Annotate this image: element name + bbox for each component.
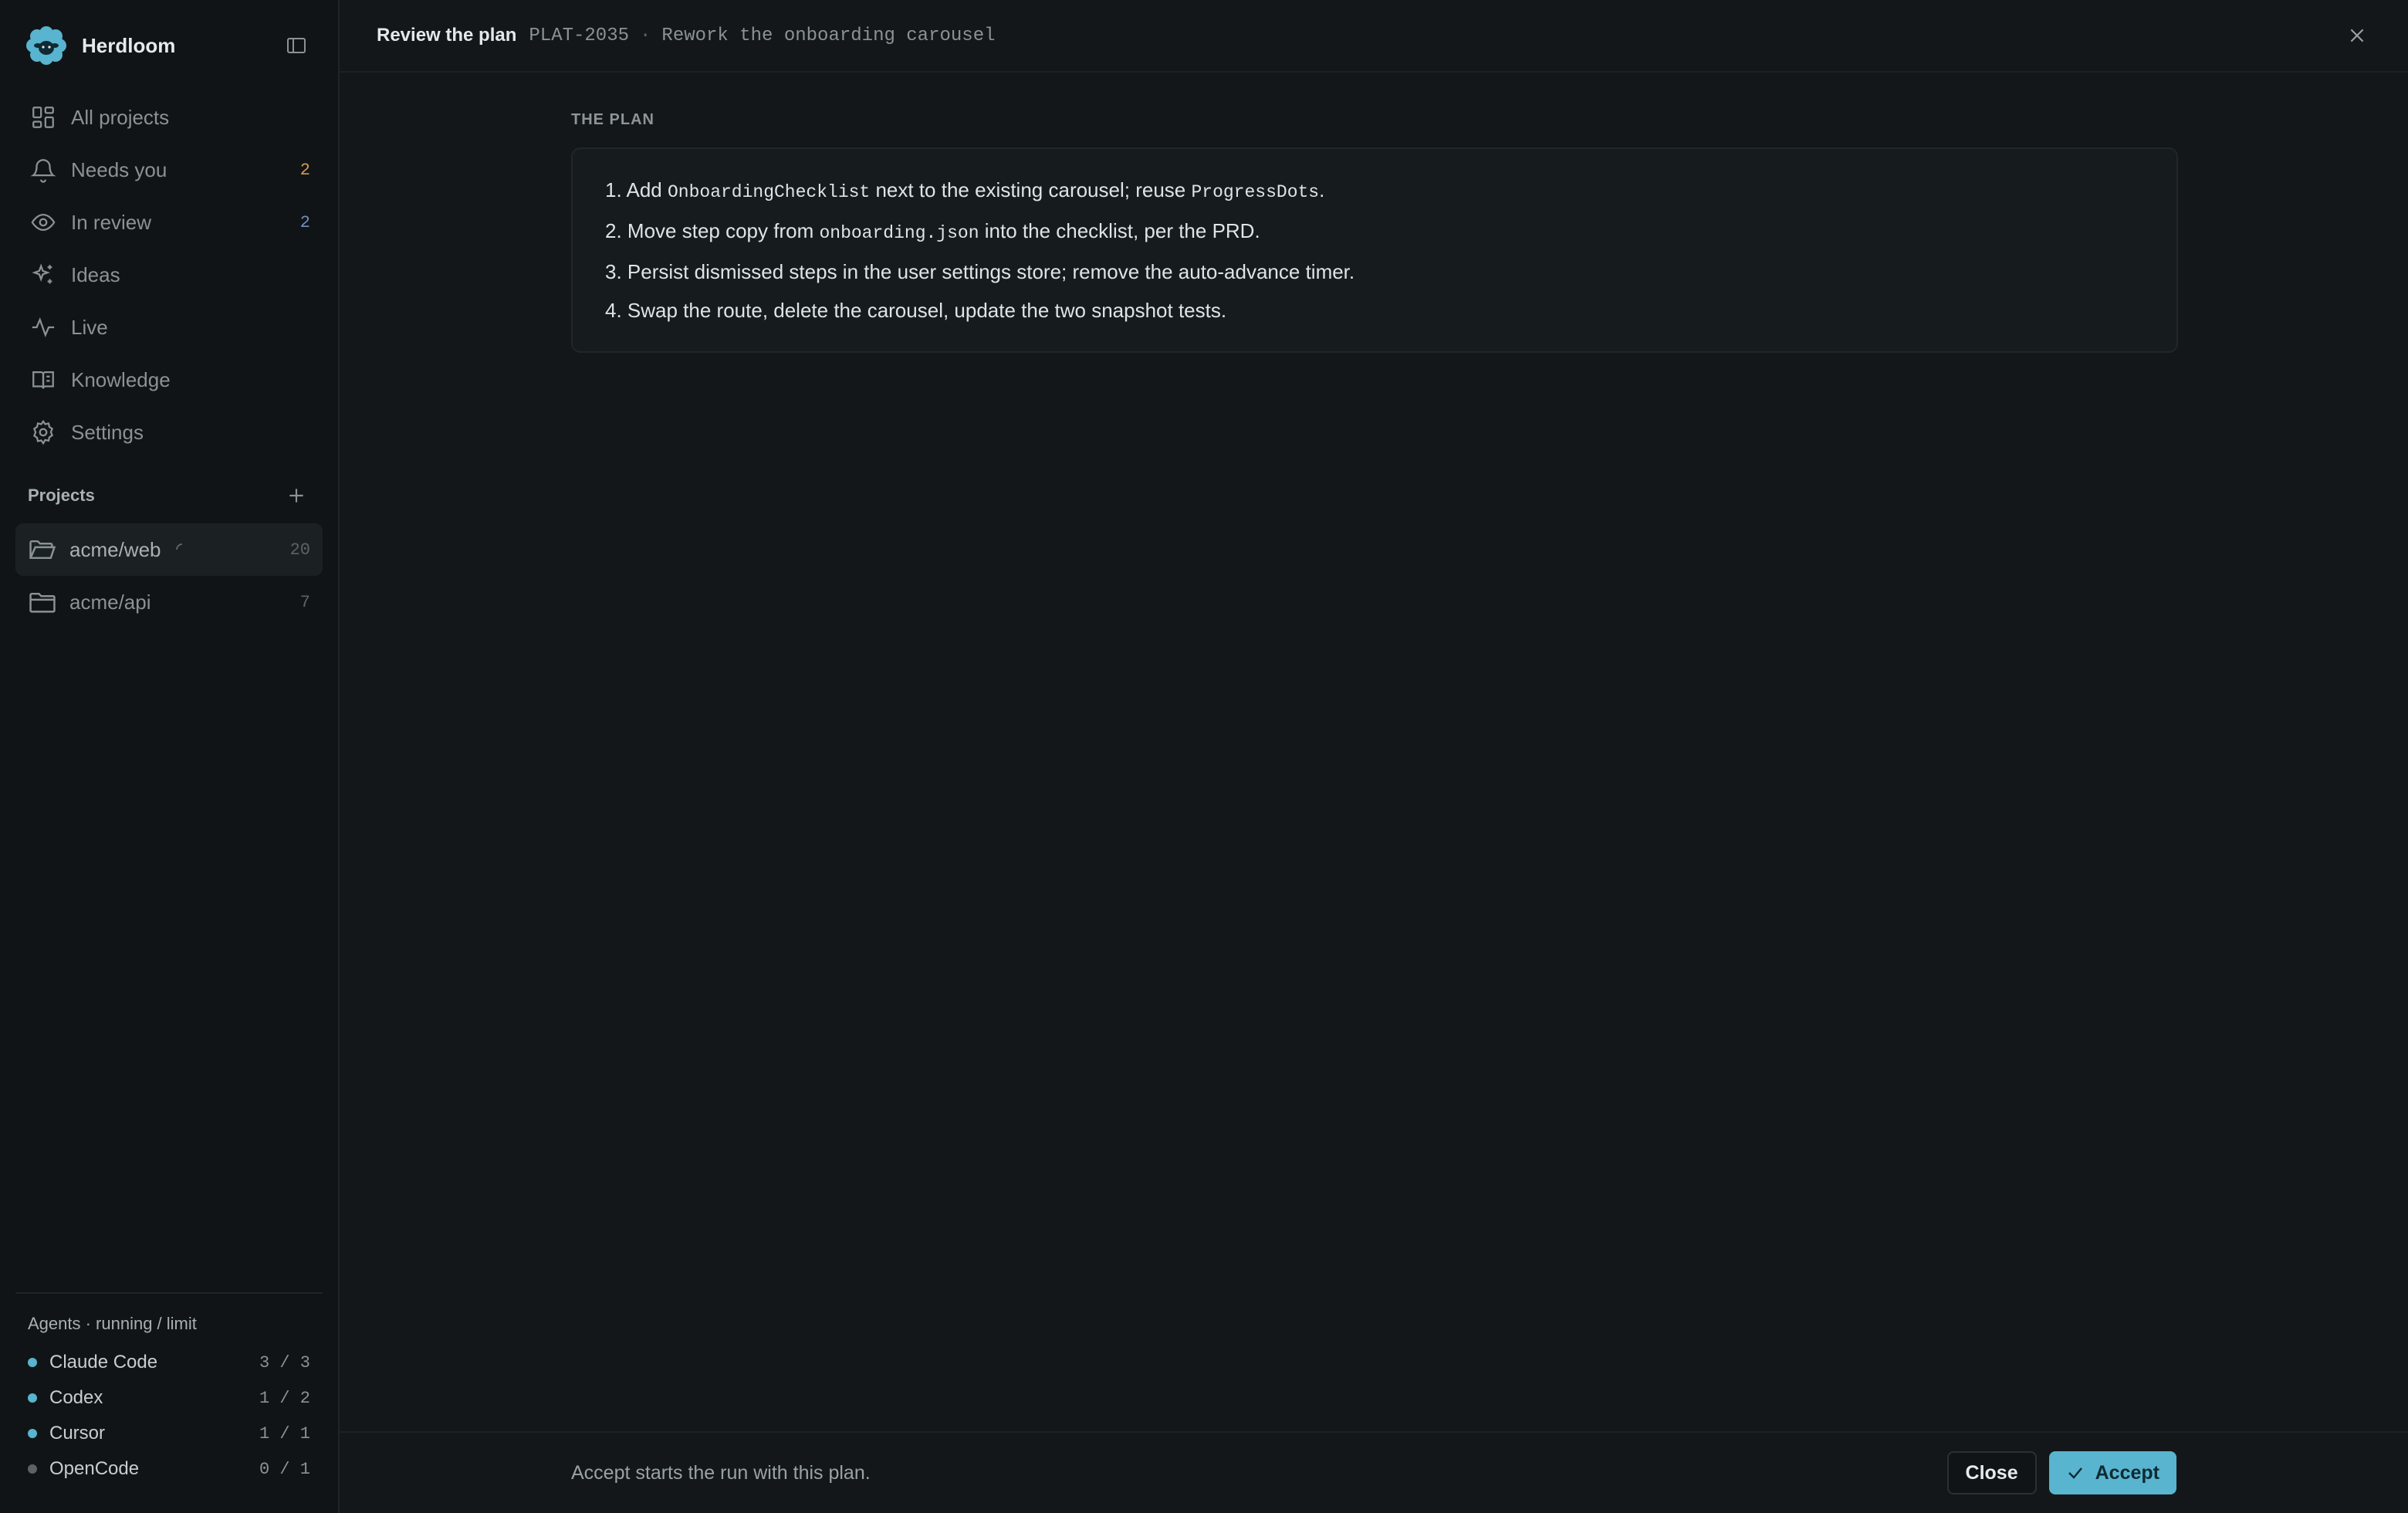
panel-footer: Accept starts the run with this plan. Cl…	[340, 1431, 2408, 1513]
project-list: acme/web 20 acme/api 7	[0, 516, 338, 628]
step-code: ProgressDots	[1191, 182, 1320, 202]
activity-icon	[28, 312, 59, 343]
step-number: 2.	[605, 219, 622, 242]
project-item-acme-web[interactable]: acme/web 20	[15, 523, 323, 576]
add-project-button[interactable]	[282, 482, 310, 509]
ticket-description: Rework the onboarding carousel	[661, 25, 996, 46]
nav-item-ideas[interactable]: Ideas	[15, 249, 323, 301]
agent-count: 0 / 1	[259, 1459, 310, 1479]
step-number: 3.	[605, 260, 622, 283]
sidebar-toggle-icon	[287, 38, 306, 53]
plan-step-1: 1. Add OnboardingChecklist next to the e…	[605, 171, 2146, 212]
accept-label: Accept	[2095, 1461, 2159, 1484]
in-review-count-badge: 2	[299, 212, 310, 232]
step-text: Swap the route, delete the carousel, upd…	[627, 299, 1227, 322]
grid-icon	[28, 102, 59, 133]
agent-status-dot	[28, 1393, 37, 1403]
nav-item-knowledge[interactable]: Knowledge	[15, 354, 323, 406]
project-item-acme-api[interactable]: acme/api 7	[15, 576, 323, 628]
nav-label: Ideas	[71, 262, 120, 286]
title-separator: ·	[640, 25, 651, 46]
loading-spinner-icon	[175, 543, 182, 550]
nav-label: In review	[71, 210, 152, 234]
nav-label: Settings	[71, 420, 144, 444]
brand-name: Herdloom	[82, 33, 176, 57]
sidebar: Herdloom All projects Needs you 2 In rev…	[0, 0, 340, 1513]
eye-icon	[28, 207, 59, 238]
book-icon	[28, 364, 59, 395]
agent-row-claude-code: Claude Code 3 / 3	[15, 1345, 323, 1380]
agent-status-dot	[28, 1464, 37, 1474]
step-text: Persist dismissed steps in the user sett…	[627, 260, 1355, 283]
nav-item-settings[interactable]: Settings	[15, 406, 323, 459]
step-number: 4.	[605, 299, 622, 322]
project-label: acme/api	[69, 590, 151, 614]
app-root: Herdloom All projects Needs you 2 In rev…	[0, 0, 2408, 1513]
plan-section-label: THE PLAN	[571, 111, 654, 128]
folder-open-icon	[29, 540, 56, 560]
step-text: Move step copy from	[627, 219, 820, 242]
sidebar-toggle-button[interactable]	[282, 32, 310, 59]
gear-icon	[28, 417, 59, 448]
agent-row-codex: Codex 1 / 2	[15, 1380, 323, 1416]
step-text: next to the existing carousel; reuse	[870, 178, 1192, 201]
nav-item-in-review[interactable]: In review 2	[15, 196, 323, 249]
projects-header: Projects	[0, 476, 338, 516]
agent-status-dot	[28, 1358, 37, 1367]
check-icon	[2068, 1467, 2082, 1479]
nav-item-all-projects[interactable]: All projects	[15, 91, 323, 144]
brand: Herdloom	[0, 0, 338, 91]
agent-name: Codex	[49, 1387, 103, 1408]
nav-label: Needs you	[71, 157, 167, 181]
folder-icon	[29, 592, 56, 613]
footer-note: Accept starts the run with this plan.	[571, 1461, 871, 1484]
agents-panel: Agents · running / limit Claude Code 3 /…	[15, 1292, 323, 1487]
close-icon	[2350, 29, 2364, 42]
agents-title: Agents · running / limit	[28, 1314, 197, 1333]
projects-title: Projects	[28, 486, 95, 505]
plan-content: THE PLAN 1. Add OnboardingChecklist next…	[340, 73, 2408, 353]
close-panel-button[interactable]	[2343, 22, 2371, 49]
agent-count: 3 / 3	[259, 1352, 310, 1373]
close-button[interactable]: Close	[1946, 1451, 2037, 1494]
step-number: 1.	[605, 178, 622, 201]
agent-name: OpenCode	[49, 1458, 140, 1479]
ticket-id: PLAT-2035	[529, 25, 630, 46]
nav-label: Knowledge	[71, 367, 171, 391]
plan-box: 1. Add OnboardingChecklist next to the e…	[571, 147, 2178, 353]
agent-name: Claude Code	[49, 1352, 158, 1373]
agent-count: 1 / 2	[259, 1388, 310, 1408]
plan-step-4: 4. Swap the route, delete the carousel, …	[605, 291, 2146, 330]
agent-count: 1 / 1	[259, 1423, 310, 1444]
plan-step-2: 2. Move step copy from onboarding.json i…	[605, 212, 2146, 252]
needs-you-count-badge: 2	[299, 160, 310, 180]
accept-button[interactable]: Accept	[2048, 1451, 2176, 1494]
step-code: OnboardingChecklist	[667, 182, 871, 202]
nav-label: All projects	[71, 105, 170, 129]
nav-item-needs-you[interactable]: Needs you 2	[15, 144, 323, 196]
main-nav: All projects Needs you 2 In review 2 Ide…	[0, 91, 338, 459]
plan-step-3: 3. Persist dismissed steps in the user s…	[605, 252, 2146, 291]
nav-item-live[interactable]: Live	[15, 301, 323, 354]
sheep-logo-icon	[26, 26, 66, 65]
agent-row-opencode: OpenCode 0 / 1	[15, 1451, 323, 1487]
step-code: onboarding.json	[819, 223, 979, 243]
agent-status-dot	[28, 1429, 37, 1438]
project-label: acme/web	[69, 537, 161, 561]
panel-header: Review the plan PLAT-2035 · Rework the o…	[340, 0, 2408, 73]
bell-icon	[28, 154, 59, 185]
nav-label: Live	[71, 315, 108, 339]
step-text: Add	[626, 178, 668, 201]
step-text: .	[1319, 178, 1325, 201]
panel-title: Review the plan	[377, 25, 517, 46]
sparkle-icon	[28, 259, 59, 290]
plus-icon	[289, 489, 303, 503]
project-count: 7	[299, 592, 310, 612]
plan-review-panel: Review the plan PLAT-2035 · Rework the o…	[340, 0, 2408, 1513]
step-text: into the checklist, per the PRD.	[979, 219, 1260, 242]
agent-name: Cursor	[49, 1423, 106, 1444]
project-count: 20	[289, 540, 310, 560]
agent-row-cursor: Cursor 1 / 1	[15, 1416, 323, 1451]
